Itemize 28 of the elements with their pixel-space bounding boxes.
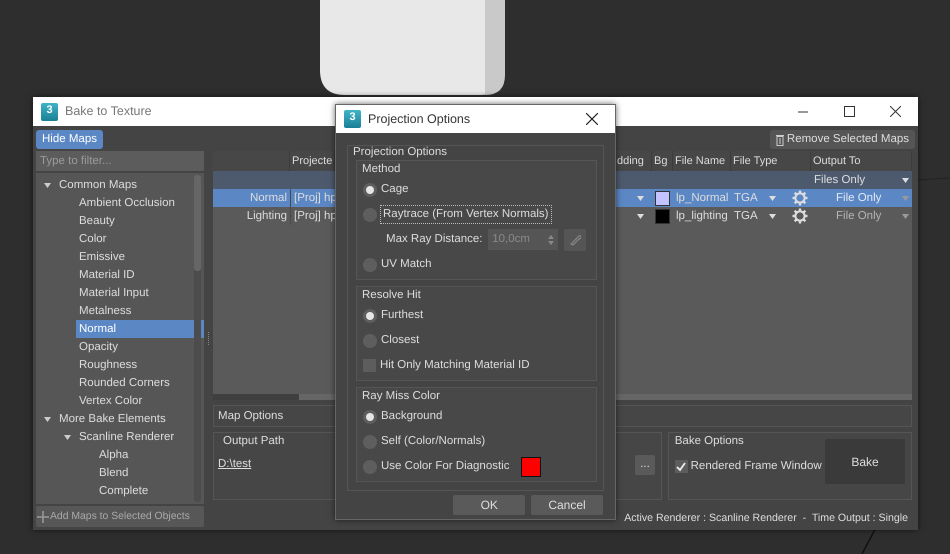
section-title: Method <box>361 162 402 177</box>
radio-label: Use Color For Diagnostic <box>381 458 510 474</box>
section-title: Output Path <box>222 434 284 449</box>
app-logo: 3 <box>344 110 361 128</box>
field-label: Max Ray Distance: <box>386 232 482 247</box>
status-text: Active Renderer : Scanline Renderer - Time Output : Single <box>624 512 908 524</box>
section-title: Bake Options <box>674 434 744 449</box>
table-cell-text: TGA <box>734 209 759 224</box>
table-cell-text: TGA <box>734 191 759 206</box>
radio-label: Furthest <box>381 308 424 323</box>
section-title: Projection Options <box>352 145 448 160</box>
dropdown-value: Files Only <box>814 173 866 188</box>
section-title: Resolve Hit <box>361 288 422 303</box>
window-title: Bake to Texture <box>65 103 152 120</box>
radio-label: Closest <box>381 332 420 348</box>
radio-label: Background <box>381 408 442 424</box>
checkbox-label: Hit Only Matching Material ID <box>380 358 530 373</box>
radio-label: UV Match <box>381 256 432 272</box>
radio-label: Self (Color/Normals) <box>381 434 486 449</box>
checkbox-label: Rendered Frame Window <box>690 458 822 474</box>
table-cell-text: lp_Normal <box>675 191 730 206</box>
app-logo: 3 <box>41 102 58 120</box>
dialog-title: Projection Options <box>368 110 472 128</box>
radio-label: Cage <box>381 182 408 197</box>
section-title: Ray Miss Color <box>361 389 441 404</box>
radio-label: Raytrace (From Vertex Normals) <box>381 206 551 224</box>
table-cell-text: lp_lighting <box>675 209 729 224</box>
section-title: Map Options <box>218 410 284 422</box>
